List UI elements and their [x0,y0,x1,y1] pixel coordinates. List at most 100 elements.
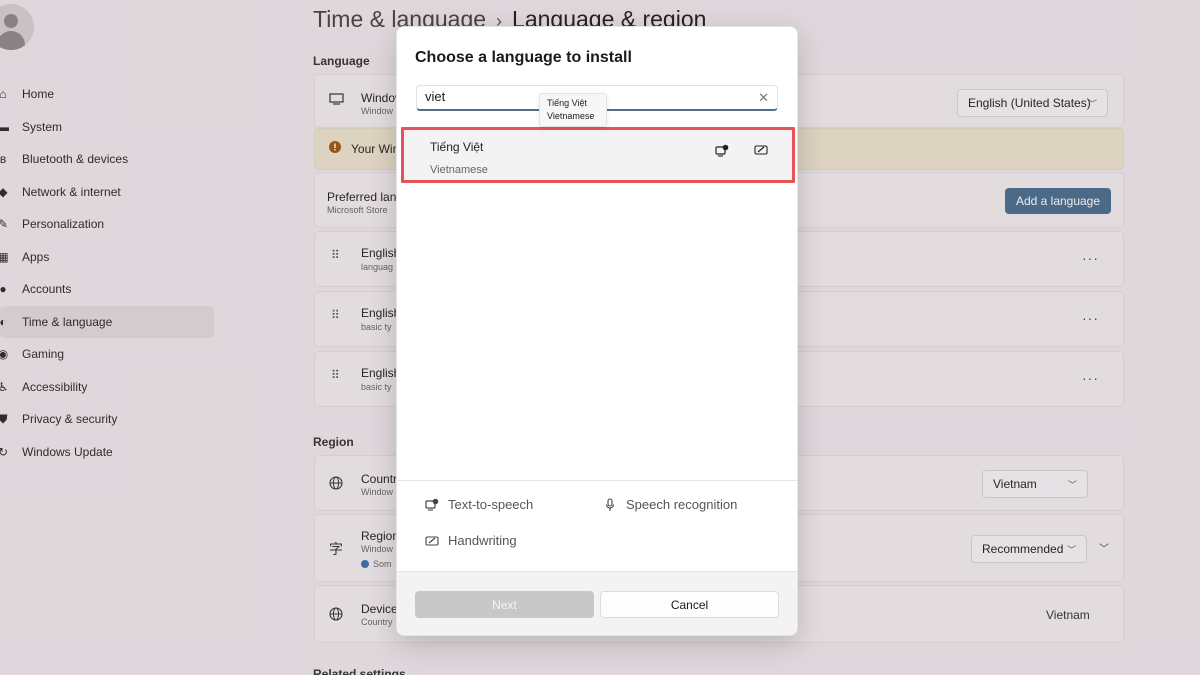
regional-format-icon: 字 [329,541,343,557]
language-row-subtitle: basic ty [361,382,392,392]
sidebar-item-label: Gaming [22,347,65,361]
microphone-icon [603,497,617,512]
preferred-languages-title: Preferred lang [327,190,404,204]
sidebar-item-label: Privacy & security [22,412,118,426]
more-options-icon[interactable]: ··· [1082,250,1099,266]
avatar[interactable] [0,4,34,50]
handwriting-icon [425,534,439,548]
home-icon: ⌂ [0,87,7,101]
dialog-title: Choose a language to install [415,49,632,66]
wifi-icon: ◆ [0,184,8,199]
sidebar-nav: ⌂ Home ▬ System ʙ Bluetooth & devices ◆ Network… [0,78,214,468]
sidebar-item-time-language[interactable]: ◐ Time & language [0,305,214,338]
cancel-button[interactable]: Cancel [600,591,779,618]
drag-handle-icon[interactable]: ⠿ [331,249,340,261]
sidebar-item-label: Windows Update [22,444,113,459]
chevron-down-icon: ﹀ [1087,98,1097,109]
sidebar-item-label: Accounts [22,282,72,296]
feature-handwriting: Handwriting [425,533,517,548]
sidebar-item-label: Bluetooth & devices [22,152,129,166]
warning-text: Your Win [351,142,400,156]
preferred-languages-subtitle: Microsoft Store [327,205,388,215]
text-to-speech-icon [425,498,439,512]
region-section-label: Region [313,435,354,449]
device-region-title: Device [361,602,398,616]
display-language-select[interactable]: English (United States) ﹀ [957,89,1108,117]
language-result-item[interactable]: Tiếng Việt Vietnamese [401,127,795,183]
sidebar-item-windows-update[interactable]: ↻ Windows Update [0,436,214,468]
regional-format-note-text: Som [373,559,392,569]
sidebar-item-network-internet[interactable]: ◆ Network & internet [0,176,214,208]
result-native-name: Tiếng Việt [430,140,484,154]
chevron-down-icon: ﹀ [1066,544,1076,555]
country-subtitle: Window [361,487,394,497]
regional-format-title: Region [361,529,400,543]
shield-icon: ⛊ [0,411,8,426]
sidebar-item-label: System [22,119,63,134]
handwriting-icon [754,143,768,157]
sidebar-item-personalization[interactable]: ✎ Personalization [0,208,214,240]
apps-icon: ▦ [0,249,9,264]
regional-format-select[interactable]: Recommended ﹀ [971,535,1087,563]
language-row-subtitle: languag [361,262,394,272]
info-icon [361,560,369,568]
more-options-icon[interactable]: ··· [1082,370,1099,386]
regional-format-subtitle: Window [361,544,394,554]
sidebar-item-home[interactable]: ⌂ Home [0,78,214,110]
language-section-label: Language [313,54,370,68]
expand-chevron-icon[interactable]: ﹀ [1099,540,1109,555]
language-row-subtitle: basic ty [361,322,392,332]
sidebar-item-label: Personalization [22,217,105,231]
update-icon: ↻ [0,444,9,459]
language-row-title: English [361,366,401,380]
sidebar-item-system[interactable]: ▬ System [0,111,214,143]
add-language-button[interactable]: Add a language [1005,188,1111,214]
language-row-title: English [361,246,401,260]
sidebar-item-apps[interactable]: ▦ Apps [0,241,214,273]
dialog-footer: Next Cancel [397,571,797,635]
system-icon: ▬ [0,119,9,134]
country-value: Vietnam [993,477,1037,491]
tooltip-line-native: Tiếng Việt [547,98,588,108]
choose-language-dialog: Choose a language to install ✕ Tiếng Việ… [396,26,798,636]
sidebar-item-label: Time & language [22,314,113,329]
sidebar-item-bluetooth-devices[interactable]: ʙ Bluetooth & devices [0,143,214,175]
drag-handle-icon[interactable]: ⠿ [331,369,340,381]
sidebar-item-privacy-security[interactable]: ⛊ Privacy & security [0,403,214,435]
display-language-title: Windov [361,91,402,105]
sidebar-item-label: Accessibility [22,379,88,394]
feature-label: Speech recognition [626,497,738,512]
globe-icon [329,607,343,621]
sidebar-item-label: Home [22,87,55,101]
country-title: Countr [361,472,398,486]
drag-handle-icon[interactable]: ⠿ [331,309,340,321]
tooltip: Tiếng Việt Vietnamese [539,93,607,127]
display-language-value: English (United States) [968,96,1091,110]
country-select[interactable]: Vietnam ﹀ [982,470,1088,498]
next-button[interactable]: Next [415,591,594,618]
device-region-subtitle: Country [361,617,393,627]
chevron-down-icon: ﹀ [1067,479,1077,490]
sidebar-item-label: Network & internet [22,184,121,199]
display-language-subtitle: Window [361,106,394,116]
feature-speech-recognition: Speech recognition [603,497,737,512]
more-options-icon[interactable]: ··· [1082,310,1099,326]
brush-icon: ✎ [0,217,9,231]
sidebar-item-accessibility[interactable]: ♿ Accessibility [0,371,214,403]
sidebar-item-accounts[interactable]: ● Accounts [0,273,214,305]
sidebar-item-label: Apps [22,249,50,264]
regional-format-note: Som [361,559,392,569]
clear-icon[interactable]: ✕ [758,90,769,106]
monitor-icon [329,93,344,105]
warning-icon [329,141,341,153]
language-row-title: English [361,306,401,320]
globe-icon [329,476,343,490]
sidebar-item-gaming[interactable]: ◉ Gaming [0,338,214,370]
accessibility-icon: ♿ [0,379,9,394]
globe-clock-icon: ◐ [0,314,7,329]
feature-text-to-speech: Text-to-speech [425,497,533,512]
feature-label: Handwriting [448,533,517,548]
result-english-name: Vietnamese [430,164,488,176]
device-region-value: Vietnam [1046,608,1090,622]
gamepad-icon: ◉ [0,347,9,361]
